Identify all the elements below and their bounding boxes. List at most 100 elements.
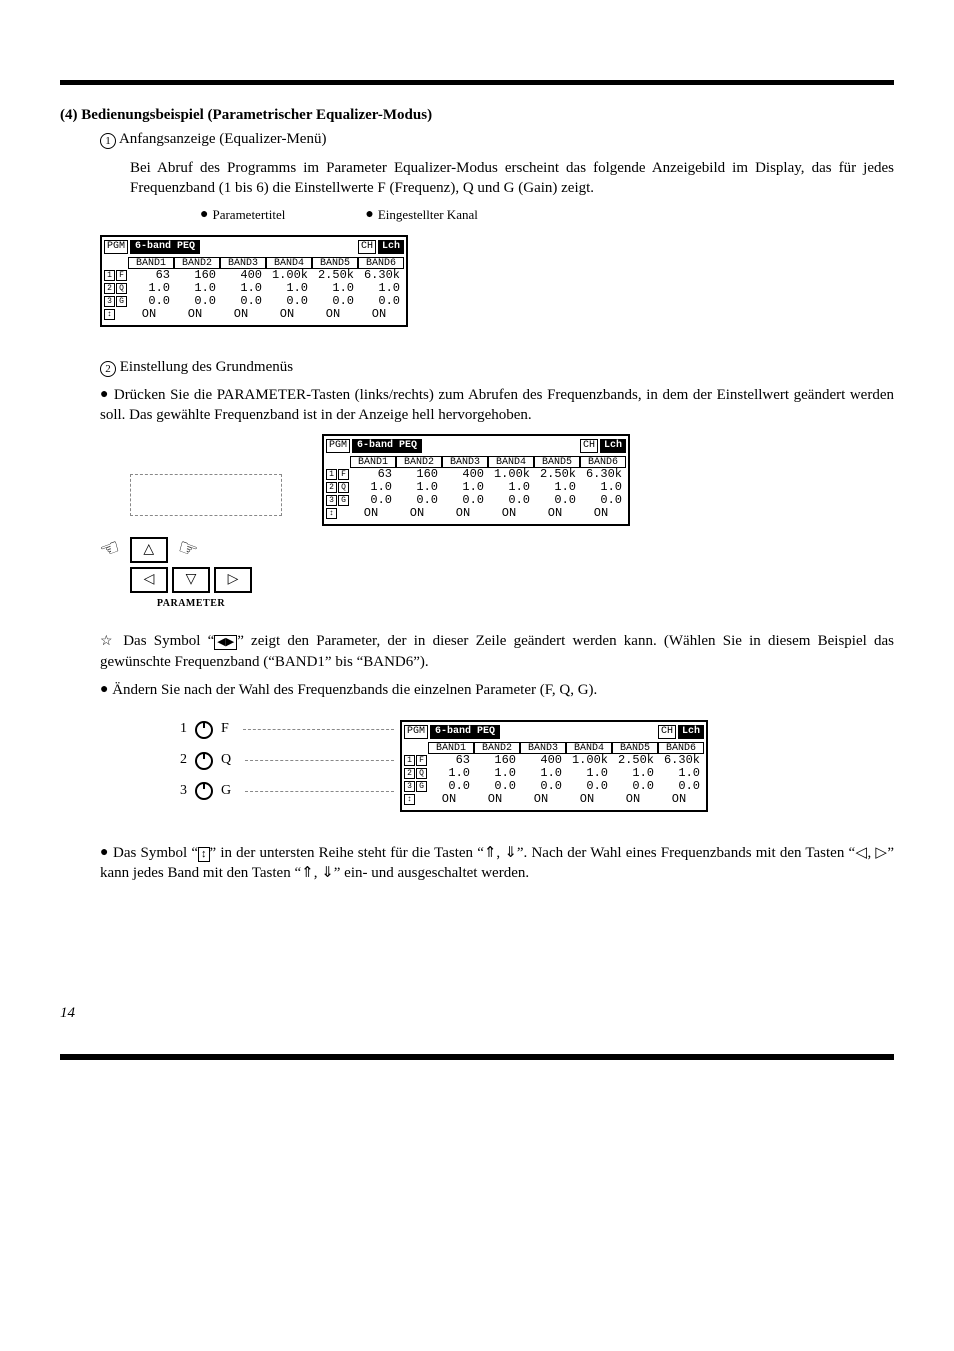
pgm-chip: PGM [404, 725, 428, 739]
table-cell: 2.50k [534, 468, 580, 481]
updown-icon: ↕ [198, 847, 210, 862]
lch-chip: Lch [678, 725, 704, 739]
row-label-g: G [338, 495, 349, 506]
band-header: BAND3 [442, 456, 488, 468]
table-cell: ON [566, 793, 612, 806]
band-header: BAND2 [396, 456, 442, 468]
lcd-title: 6-band PEQ [130, 240, 200, 254]
parameter-keys-label: PARAMETER [100, 597, 282, 611]
key-up[interactable]: △ [130, 537, 168, 563]
table-cell: ON [358, 308, 404, 321]
lch-chip: Lch [378, 240, 404, 254]
fqg-num: 2 [180, 751, 187, 770]
table-cell: 0.0 [358, 295, 404, 308]
table-cell: 0.0 [266, 295, 312, 308]
row-label-q: Q [116, 283, 127, 294]
lcd-display-2: PGM 6-band PEQ CH Lch BAND1 BAND2 BAND3 … [322, 434, 630, 526]
hand-left-icon: ☜ [96, 531, 125, 566]
row-marker-2: 2 [104, 283, 115, 294]
table-cell: 6.30k [580, 468, 626, 481]
table-cell: ON [442, 507, 488, 520]
table-cell: ON [580, 507, 626, 520]
table-cell: ON [612, 793, 658, 806]
lcd-title: 6-band PEQ [430, 725, 500, 739]
table-cell: 1.0 [174, 282, 220, 295]
fqg-label: Q [221, 751, 231, 770]
star-icon: ☆ [100, 634, 116, 649]
fqg-label: F [221, 720, 229, 739]
knob-icon[interactable] [195, 782, 213, 800]
lcd-label-channel: Eingestellter Kanal [378, 207, 478, 222]
table-cell: 63 [128, 269, 174, 282]
section-number: (4) [60, 107, 78, 123]
step2-marker: 2 [100, 361, 116, 377]
row-marker-2: 2 [326, 482, 337, 493]
top-divider [60, 80, 894, 85]
knob-icon[interactable] [195, 752, 213, 770]
table-cell: 0.0 [396, 494, 442, 507]
row-marker-3: 3 [326, 495, 337, 506]
step2-heading-row: 2 Einstellung des Grundmenüs [100, 357, 894, 377]
table-cell: 1.0 [396, 481, 442, 494]
band-header-row: BAND1 BAND2 BAND3 BAND4 BAND5 BAND6 [326, 456, 626, 468]
bullet3: ● Ändern Sie nach der Wahl des Frequenzb… [100, 680, 894, 700]
row-marker-2: 2 [404, 768, 415, 779]
ch-chip: CH [658, 725, 676, 739]
row-marker-1: 1 [404, 755, 415, 766]
lcd-display-2-wrap: PGM 6-band PEQ CH Lch BAND1 BAND2 BAND3 … [322, 434, 630, 526]
lcd-title: 6-band PEQ [352, 439, 422, 453]
bullet-icon: ● [100, 387, 109, 402]
step2-heading: Einstellung des Grundmenüs [120, 359, 293, 375]
table-cell: 1.0 [312, 282, 358, 295]
table-cell: ON [520, 793, 566, 806]
step2-bullet-text: Drücken Sie die PARAMETER-Tasten (links/… [100, 387, 894, 423]
knob-icon[interactable] [195, 721, 213, 739]
lch-chip: Lch [600, 439, 626, 453]
bullet-icon: ● [100, 682, 108, 697]
row-label-updown: ↕ [404, 794, 415, 805]
row-marker-3: 3 [104, 296, 115, 307]
row-label-q: Q [416, 768, 427, 779]
row-label-g: G [116, 296, 127, 307]
star-note-a: Das Symbol “ [123, 633, 214, 649]
key-left[interactable]: ◁ [130, 567, 168, 593]
table-cell: 63 [350, 468, 396, 481]
row-label-f: F [116, 270, 127, 281]
table-cell: ON [350, 507, 396, 520]
table-cell: 1.0 [266, 282, 312, 295]
bullet3-text: Ändern Sie nach der Wahl des Frequenzban… [112, 682, 597, 698]
table-cell: 6.30k [358, 269, 404, 282]
key-down[interactable]: ▽ [172, 567, 210, 593]
table-cell: 400 [442, 468, 488, 481]
table-cell: ON [312, 308, 358, 321]
bullet4-b: ” in der untersten Reihe steht für die T… [100, 845, 894, 881]
step1-text: Bei Abruf des Programms im Parameter Equ… [130, 158, 894, 199]
table-cell: 2.50k [312, 269, 358, 282]
table-cell: ON [174, 308, 220, 321]
row-label-f: F [338, 469, 349, 480]
table-cell: 1.0 [350, 481, 396, 494]
fqg-label: G [221, 782, 231, 801]
table-cell: 0.0 [174, 295, 220, 308]
table-cell: 0.0 [442, 494, 488, 507]
row-label-f: F [416, 755, 427, 766]
lcd-display-1-wrap: PGM 6-band PEQ CH Lch BAND1 BAND2 BAND3 … [100, 235, 894, 327]
row-label-q: Q [338, 482, 349, 493]
table-cell: 1.0 [358, 282, 404, 295]
table-cell: ON [220, 308, 266, 321]
table-cell: ON [128, 308, 174, 321]
table-cell: 160 [174, 269, 220, 282]
lcd-display-3: PGM 6-band PEQ CH Lch BAND1 BAND2 BAND3 … [400, 720, 708, 812]
table-cell: 0.0 [580, 494, 626, 507]
table-cell: 400 [220, 269, 266, 282]
table-cell: 0.0 [128, 295, 174, 308]
table-cell: ON [428, 793, 474, 806]
band-header: BAND5 [534, 456, 580, 468]
fqg-num: 1 [180, 720, 187, 739]
leftright-icon: ◀▶ [214, 635, 237, 650]
table-cell: ON [658, 793, 704, 806]
bullet4: ● Das Symbol “↕” in der untersten Reihe … [100, 843, 894, 884]
key-right[interactable]: ▷ [214, 567, 252, 593]
table-cell: 160 [396, 468, 442, 481]
bottom-divider [60, 1054, 894, 1060]
